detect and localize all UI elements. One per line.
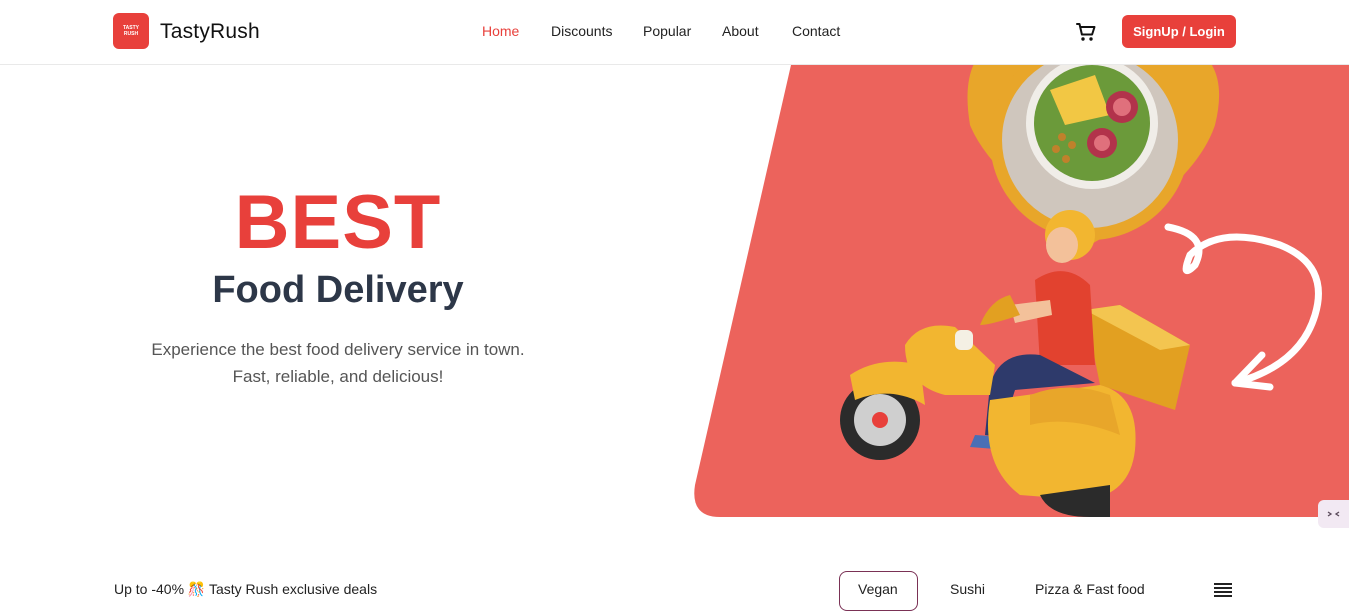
hero-subtitle: Food Delivery <box>212 269 464 311</box>
nav-about[interactable]: About <box>722 23 759 39</box>
category-tab-sushi[interactable]: Sushi <box>950 581 985 597</box>
top-navbar: TASTY RUSH TastyRush Home Discounts Popul… <box>0 0 1349 65</box>
hero-description-line-1: Experience the best food delivery servic… <box>151 340 525 359</box>
category-tab-pizza[interactable]: Pizza & Fast food <box>1035 581 1145 597</box>
hero-description: Experience the best food delivery servic… <box>0 336 676 390</box>
nav-discounts[interactable]: Discounts <box>551 23 612 39</box>
nav-popular[interactable]: Popular <box>643 23 691 39</box>
deals-headline: Up to -40% 🎊 Tasty Rush exclusive deals <box>114 581 378 597</box>
menu-icon[interactable] <box>1214 583 1232 597</box>
hero-illustration <box>694 65 1349 517</box>
nav-home[interactable]: Home <box>482 23 519 39</box>
hero-title: BEST <box>234 180 442 265</box>
brand-name[interactable]: TastyRush <box>160 20 260 44</box>
expand-icon <box>1327 511 1340 517</box>
brand-logo[interactable]: TASTY RUSH <box>113 13 149 49</box>
hero-description-line-2: Fast, reliable, and delicious! <box>232 367 444 386</box>
cart-icon[interactable] <box>1074 20 1098 44</box>
nav-contact[interactable]: Contact <box>792 23 840 39</box>
category-label-vegan[interactable]: Vegan <box>858 581 898 597</box>
side-toggle-button[interactable] <box>1318 500 1349 528</box>
signup-login-button[interactable]: SignUp / Login <box>1122 15 1236 48</box>
